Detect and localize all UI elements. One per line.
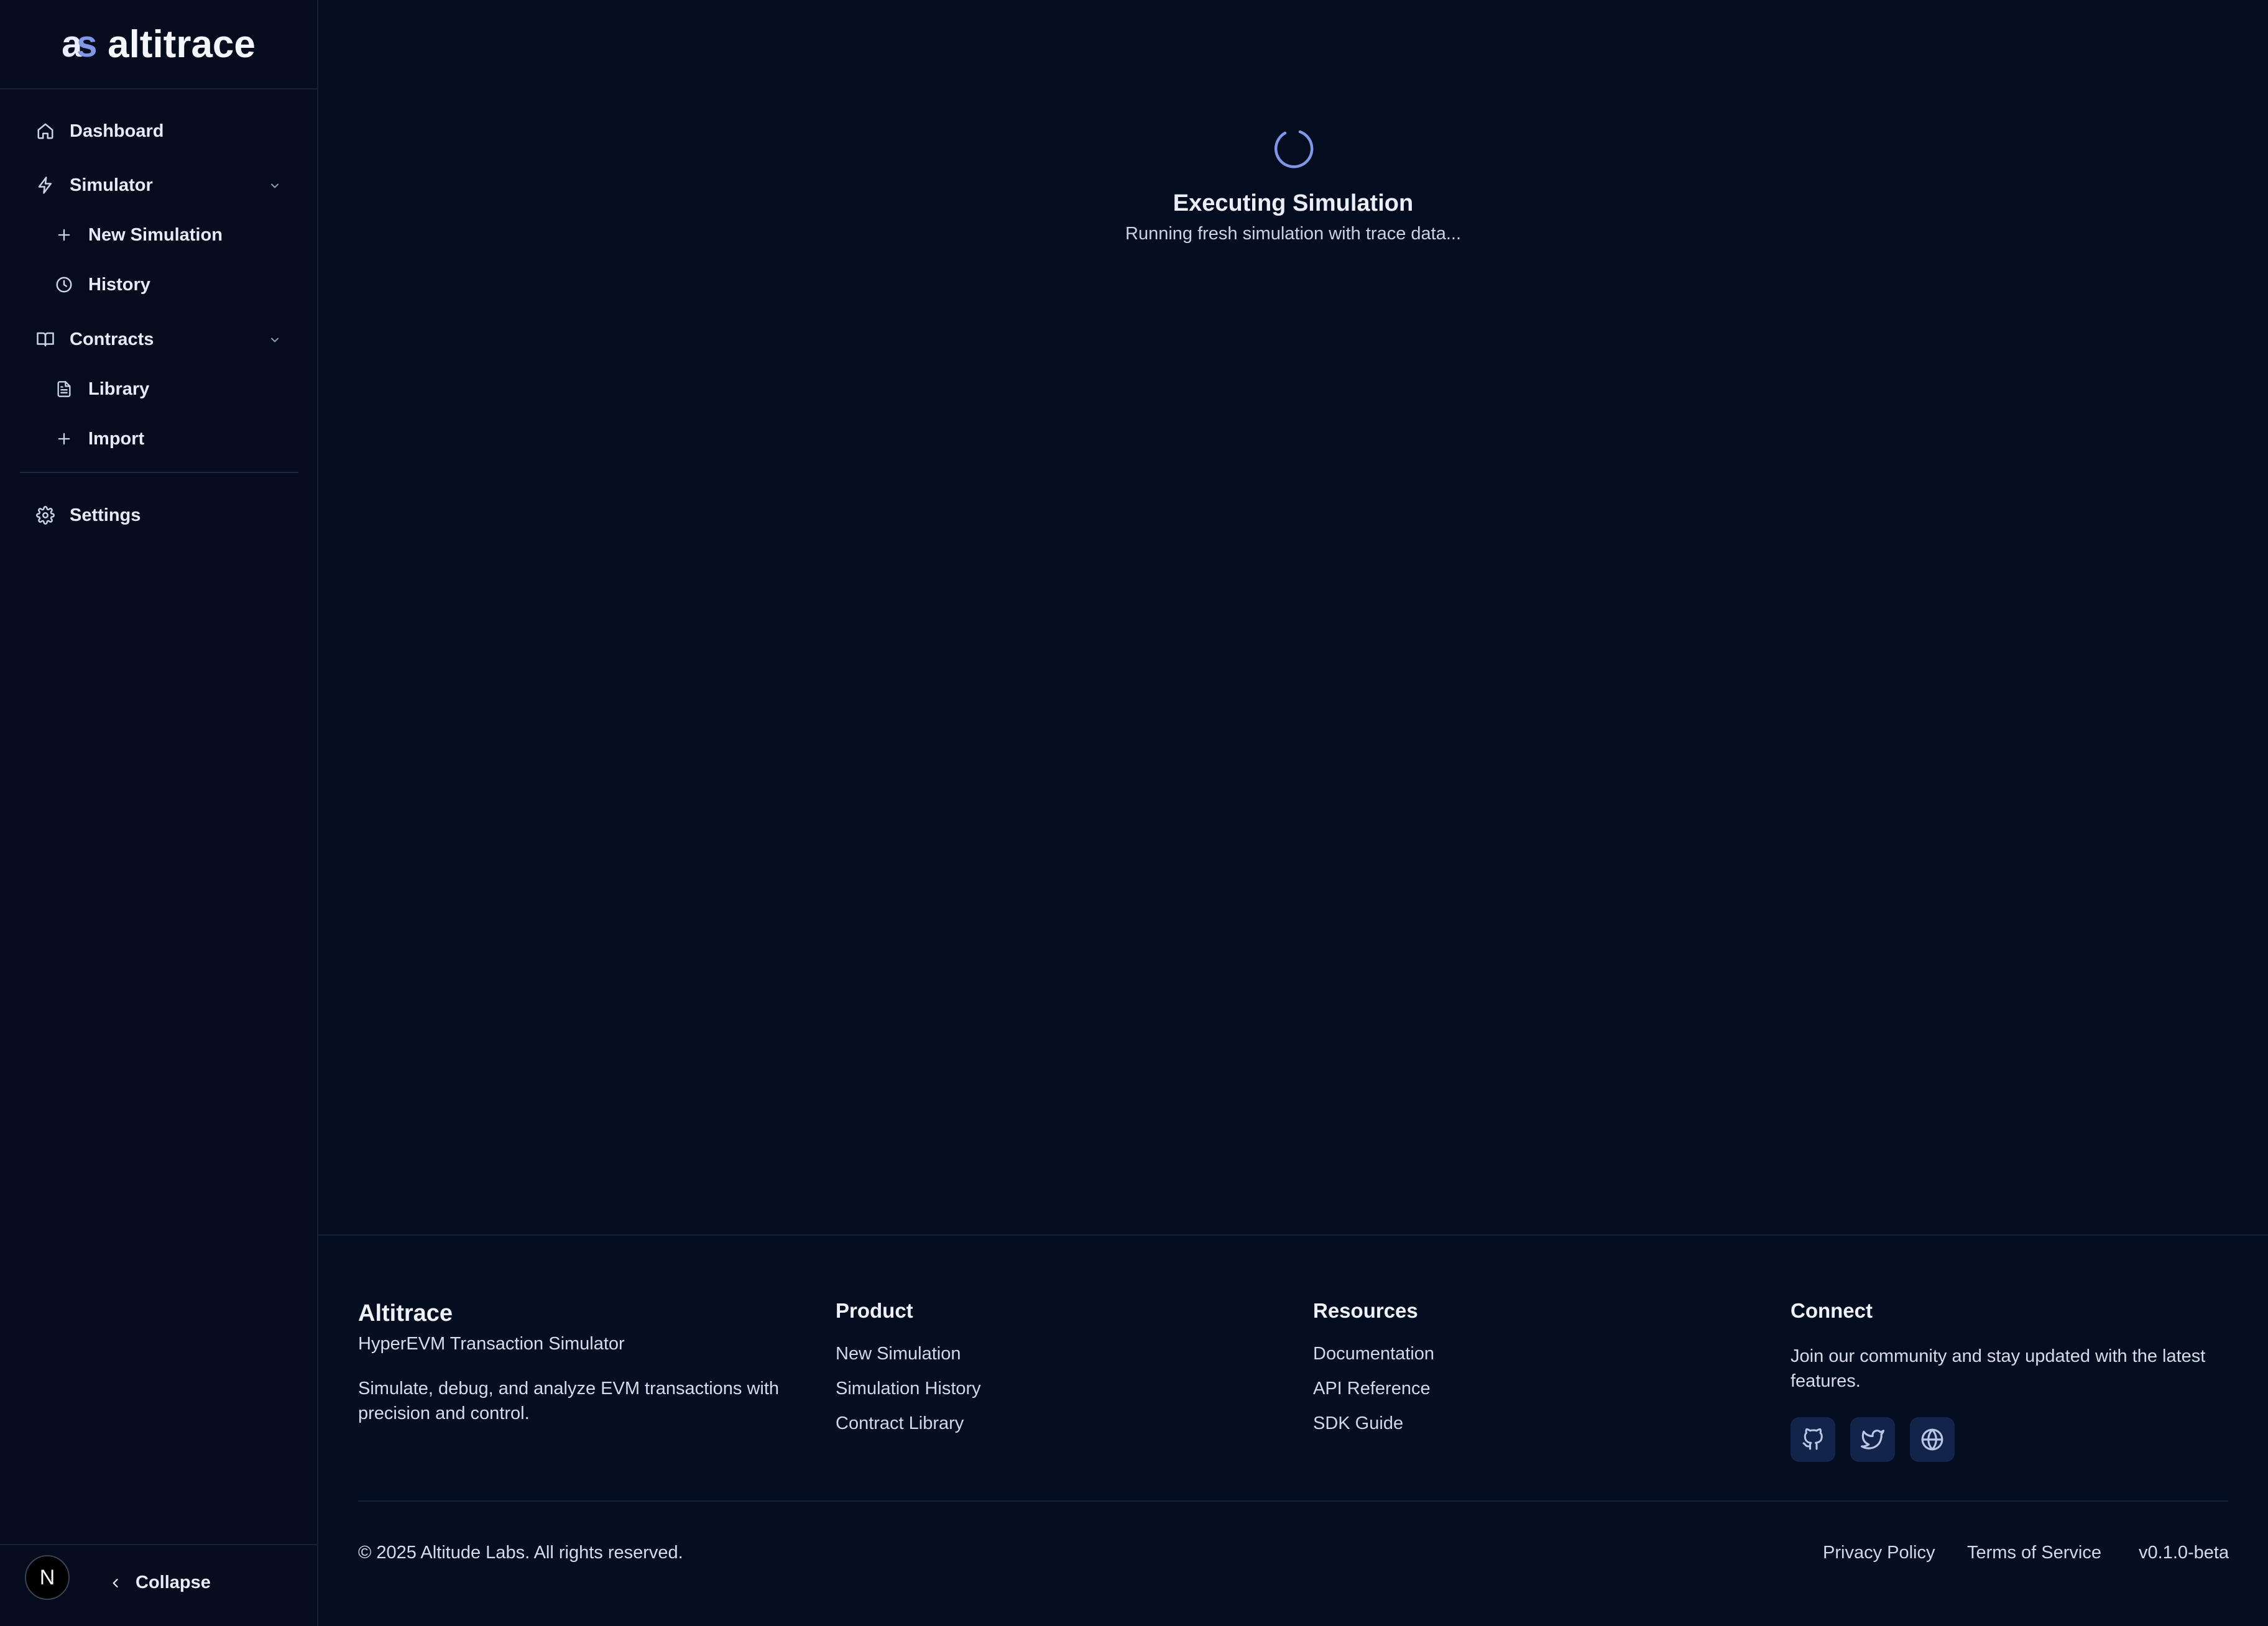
sidebar-item-label: Dashboard [70, 121, 164, 141]
sidebar-item-import[interactable]: Import [53, 428, 144, 449]
sidebar-item-contracts[interactable]: Contracts [35, 329, 154, 350]
sidebar-item-label: Import [88, 428, 145, 449]
sidebar-item-dashboard[interactable]: Dashboard [35, 121, 164, 142]
home-icon [35, 121, 56, 142]
twitter-icon[interactable] [1850, 1417, 1895, 1462]
lightning-icon [35, 175, 56, 196]
brand-logo[interactable]: as altitrace [0, 0, 317, 90]
collapse-button[interactable]: Collapse [109, 1573, 211, 1593]
footer-link-contract-library[interactable]: Contract Library [836, 1413, 964, 1434]
footer-link-new-simulation[interactable]: New Simulation [836, 1344, 961, 1364]
sidebar-divider [20, 472, 298, 473]
footer-link-privacy-policy[interactable]: Privacy Policy [1823, 1543, 1935, 1563]
clock-icon [53, 274, 75, 295]
chevron-left-icon [113, 1578, 118, 1587]
footer-divider [358, 1500, 2228, 1502]
loading-subtitle: Running fresh simulation with trace data… [1125, 224, 1461, 244]
footer-resources-heading: Resources [1313, 1299, 1418, 1322]
footer: Altitrace HyperEVM Transaction Simulator… [318, 1234, 2268, 1626]
footer-link-sdk-guide[interactable]: SDK Guide [1313, 1413, 1403, 1434]
loading-title: Executing Simulation [1173, 190, 1414, 216]
file-text-icon [53, 379, 75, 400]
footer-tagline: HyperEVM Transaction Simulator [358, 1334, 625, 1354]
plus-icon [53, 224, 75, 246]
gear-icon [35, 505, 56, 526]
footer-brand: Altitrace [358, 1300, 453, 1326]
loading-spinner-icon [1274, 130, 1314, 168]
sidebar-item-history[interactable]: History [53, 274, 150, 295]
chevron-down-icon[interactable] [266, 177, 284, 195]
plus-icon [53, 428, 75, 449]
sidebar-item-label: Settings [70, 505, 141, 525]
footer-product-heading: Product [836, 1299, 913, 1322]
collapse-label: Collapse [136, 1573, 211, 1592]
footer-version: v0.1.0-beta [2139, 1543, 2229, 1563]
footer-link-terms-of-service[interactable]: Terms of Service [1967, 1543, 2101, 1563]
chevron-down-icon[interactable] [266, 331, 284, 349]
sidebar-item-simulator[interactable]: Simulator [35, 175, 153, 196]
app-root: as altitrace Dashboard Simulator New Sim… [0, 0, 2268, 1626]
sidebar-item-label: Library [88, 379, 150, 399]
footer-copyright: © 2025 Altitude Labs. All rights reserve… [358, 1543, 683, 1563]
brand-mark-icon: as [62, 23, 98, 65]
sidebar-item-library[interactable]: Library [53, 379, 149, 400]
footer-link-simulation-history[interactable]: Simulation History [836, 1379, 981, 1399]
globe-icon[interactable] [1910, 1417, 1955, 1462]
sidebar-item-new-simulation[interactable]: New Simulation [53, 224, 223, 246]
brand-name: altitrace [108, 22, 256, 66]
avatar[interactable]: N [25, 1555, 70, 1600]
main-content: Executing Simulation Running fresh simul… [318, 0, 2268, 1234]
sidebar-item-label: Contracts [70, 329, 154, 349]
sidebar-item-label: Simulator [70, 175, 153, 195]
footer-connect-heading: Connect [1791, 1299, 1873, 1322]
sidebar-item-label: History [88, 274, 150, 295]
sidebar-item-label: New Simulation [88, 224, 223, 245]
footer-connect-text: Join our community and stay updated with… [1791, 1346, 2206, 1391]
footer-link-api-reference[interactable]: API Reference [1313, 1379, 1431, 1399]
book-open-icon [35, 329, 56, 350]
footer-link-documentation[interactable]: Documentation [1313, 1344, 1434, 1364]
sidebar: as altitrace Dashboard Simulator New Sim… [0, 0, 318, 1626]
sidebar-item-settings[interactable]: Settings [35, 505, 141, 526]
github-icon[interactable] [1791, 1417, 1835, 1462]
footer-description: Simulate, debug, and analyze EVM transac… [358, 1379, 780, 1423]
